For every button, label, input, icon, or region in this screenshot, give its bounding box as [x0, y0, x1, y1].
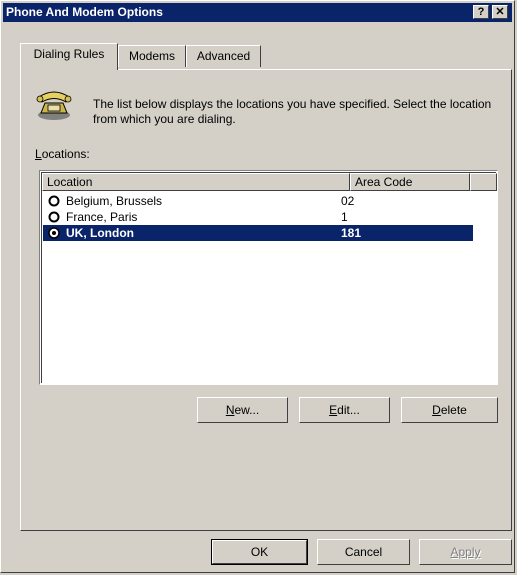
locations-list[interactable]: Location Area Code Belgium, Brussels 02 …: [39, 170, 498, 385]
list-item[interactable]: Belgium, Brussels 02: [43, 193, 473, 209]
tab-modems[interactable]: Modems: [118, 45, 186, 67]
radio-selected-icon[interactable]: [48, 227, 60, 239]
edit-button[interactable]: Edit...: [299, 397, 390, 423]
column-header-area-code[interactable]: Area Code: [350, 173, 470, 191]
area-code: 181: [341, 226, 362, 240]
title-bar[interactable]: Phone And Modem Options ? ✕: [3, 3, 512, 22]
telephone-icon: [36, 91, 72, 120]
close-button[interactable]: ✕: [492, 5, 508, 19]
column-header-filler: [470, 173, 497, 191]
apply-button[interactable]: Apply: [419, 539, 512, 565]
new-button[interactable]: New...: [197, 397, 288, 423]
location-name: UK, London: [66, 226, 134, 240]
locations-label: Locations:: [35, 147, 90, 161]
help-button[interactable]: ?: [473, 5, 489, 19]
radio-icon[interactable]: [48, 211, 60, 223]
ok-button[interactable]: OK: [211, 539, 308, 565]
radio-icon[interactable]: [48, 195, 60, 207]
description-text: The list below displays the locations yo…: [93, 97, 492, 126]
location-name: Belgium, Brussels: [66, 194, 163, 208]
list-item[interactable]: France, Paris 1: [43, 209, 473, 225]
area-code: 02: [341, 194, 355, 208]
dialog-window: Phone And Modem Options ? ✕ Dialing Rule…: [0, 0, 515, 573]
window-title: Phone And Modem Options: [6, 5, 163, 19]
tab-advanced[interactable]: Advanced: [186, 45, 261, 67]
column-header-location[interactable]: Location: [42, 173, 350, 191]
tab-dialing-rules[interactable]: Dialing Rules: [20, 43, 118, 70]
location-name: France, Paris: [66, 210, 138, 224]
list-item-selected[interactable]: UK, London 181: [43, 225, 473, 241]
area-code: 1: [341, 210, 348, 224]
cancel-button[interactable]: Cancel: [317, 539, 410, 565]
delete-button[interactable]: Delete: [401, 397, 498, 423]
